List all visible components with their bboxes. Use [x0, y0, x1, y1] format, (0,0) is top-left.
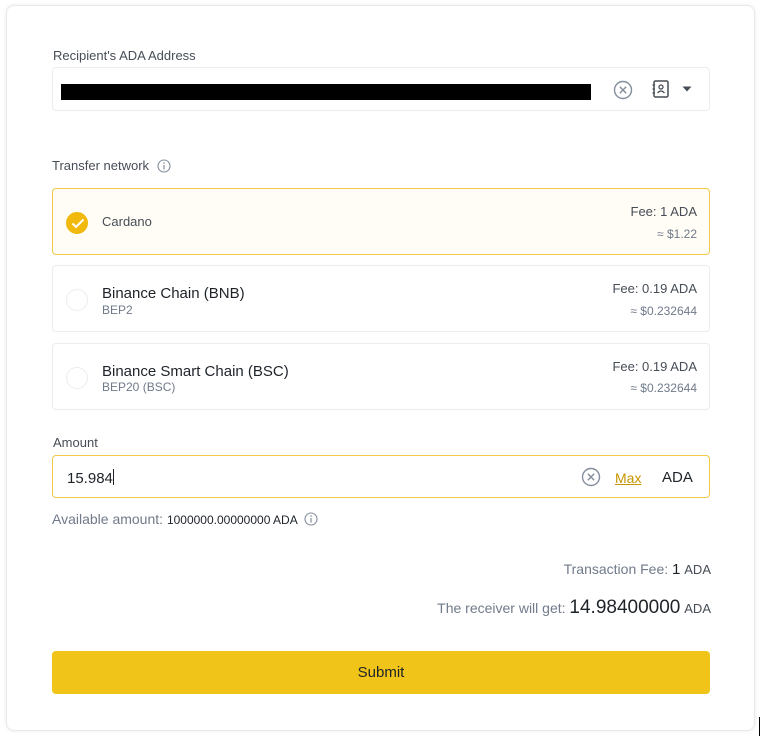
transfer-network-label-text: Transfer network: [52, 158, 150, 173]
amount-unit: ADA: [662, 469, 693, 486]
address-book-icon[interactable]: [650, 78, 672, 100]
max-button[interactable]: Max: [615, 470, 641, 486]
info-icon[interactable]: [304, 512, 318, 529]
network-option-cardano[interactable]: Cardano Fee: 1 ADA ≈ $1.22: [52, 188, 710, 255]
network-name: Binance Chain (BNB): [102, 285, 245, 302]
network-fee: Fee: 0.19 ADA: [612, 281, 697, 296]
info-icon[interactable]: [157, 159, 171, 173]
text-caret: [112, 469, 114, 485]
transaction-fee-row: Transaction Fee: 1 ADA: [564, 561, 711, 578]
recipient-address-label: Recipient's ADA Address: [53, 48, 196, 63]
redacted-address-value: [61, 84, 591, 100]
clear-circle-icon[interactable]: [581, 467, 601, 487]
available-amount: Available amount: 1000000.00000000 ADA: [52, 511, 318, 529]
receiver-gets-unit: ADA: [684, 601, 711, 616]
network-fee: Fee: 1 ADA: [630, 204, 697, 219]
network-fee: Fee: 0.19 ADA: [612, 359, 697, 374]
transaction-fee-label: Transaction Fee:: [563, 561, 669, 577]
network-option-bsc[interactable]: Binance Smart Chain (BSC) BEP20 (BSC) Fe…: [52, 343, 710, 410]
amount-value-text: 15.984: [67, 470, 113, 487]
recipient-address-input[interactable]: [52, 67, 710, 111]
amount-value[interactable]: 15.984: [67, 469, 114, 487]
transfer-network-label: Transfer network: [52, 158, 171, 173]
clear-circle-icon[interactable]: [613, 80, 633, 100]
network-fee-usd: ≈ $0.232644: [630, 381, 697, 395]
radio-checked-icon[interactable]: [66, 212, 88, 234]
receiver-gets-value: 14.98400000: [569, 597, 681, 618]
network-option-bnb[interactable]: Binance Chain (BNB) BEP2 Fee: 0.19 ADA ≈…: [52, 265, 710, 332]
transaction-fee-unit: ADA: [684, 562, 711, 577]
available-amount-value: 1000000.00000000 ADA: [166, 513, 298, 527]
network-name: Cardano: [102, 214, 152, 229]
network-standard: BEP2: [102, 303, 133, 317]
submit-button[interactable]: Submit: [52, 651, 710, 694]
network-fee-usd: ≈ $1.22: [657, 227, 697, 241]
available-amount-label: Available amount:: [52, 511, 164, 527]
network-name: Binance Smart Chain (BSC): [102, 363, 289, 380]
mouse-cursor: [759, 717, 760, 736]
chevron-down-icon[interactable]: [681, 84, 693, 94]
network-standard: BEP20 (BSC): [102, 380, 176, 394]
receiver-gets-label: The receiver will get:: [437, 600, 566, 616]
amount-label: Amount: [53, 435, 98, 450]
receiver-gets-row: The receiver will get: 14.98400000 ADA: [437, 597, 711, 619]
transaction-fee-value: 1: [672, 561, 681, 578]
amount-input[interactable]: 15.984 Max ADA: [52, 455, 710, 498]
network-fee-usd: ≈ $0.232644: [630, 304, 697, 318]
radio-unchecked-icon[interactable]: [66, 289, 88, 311]
radio-unchecked-icon[interactable]: [66, 367, 88, 389]
